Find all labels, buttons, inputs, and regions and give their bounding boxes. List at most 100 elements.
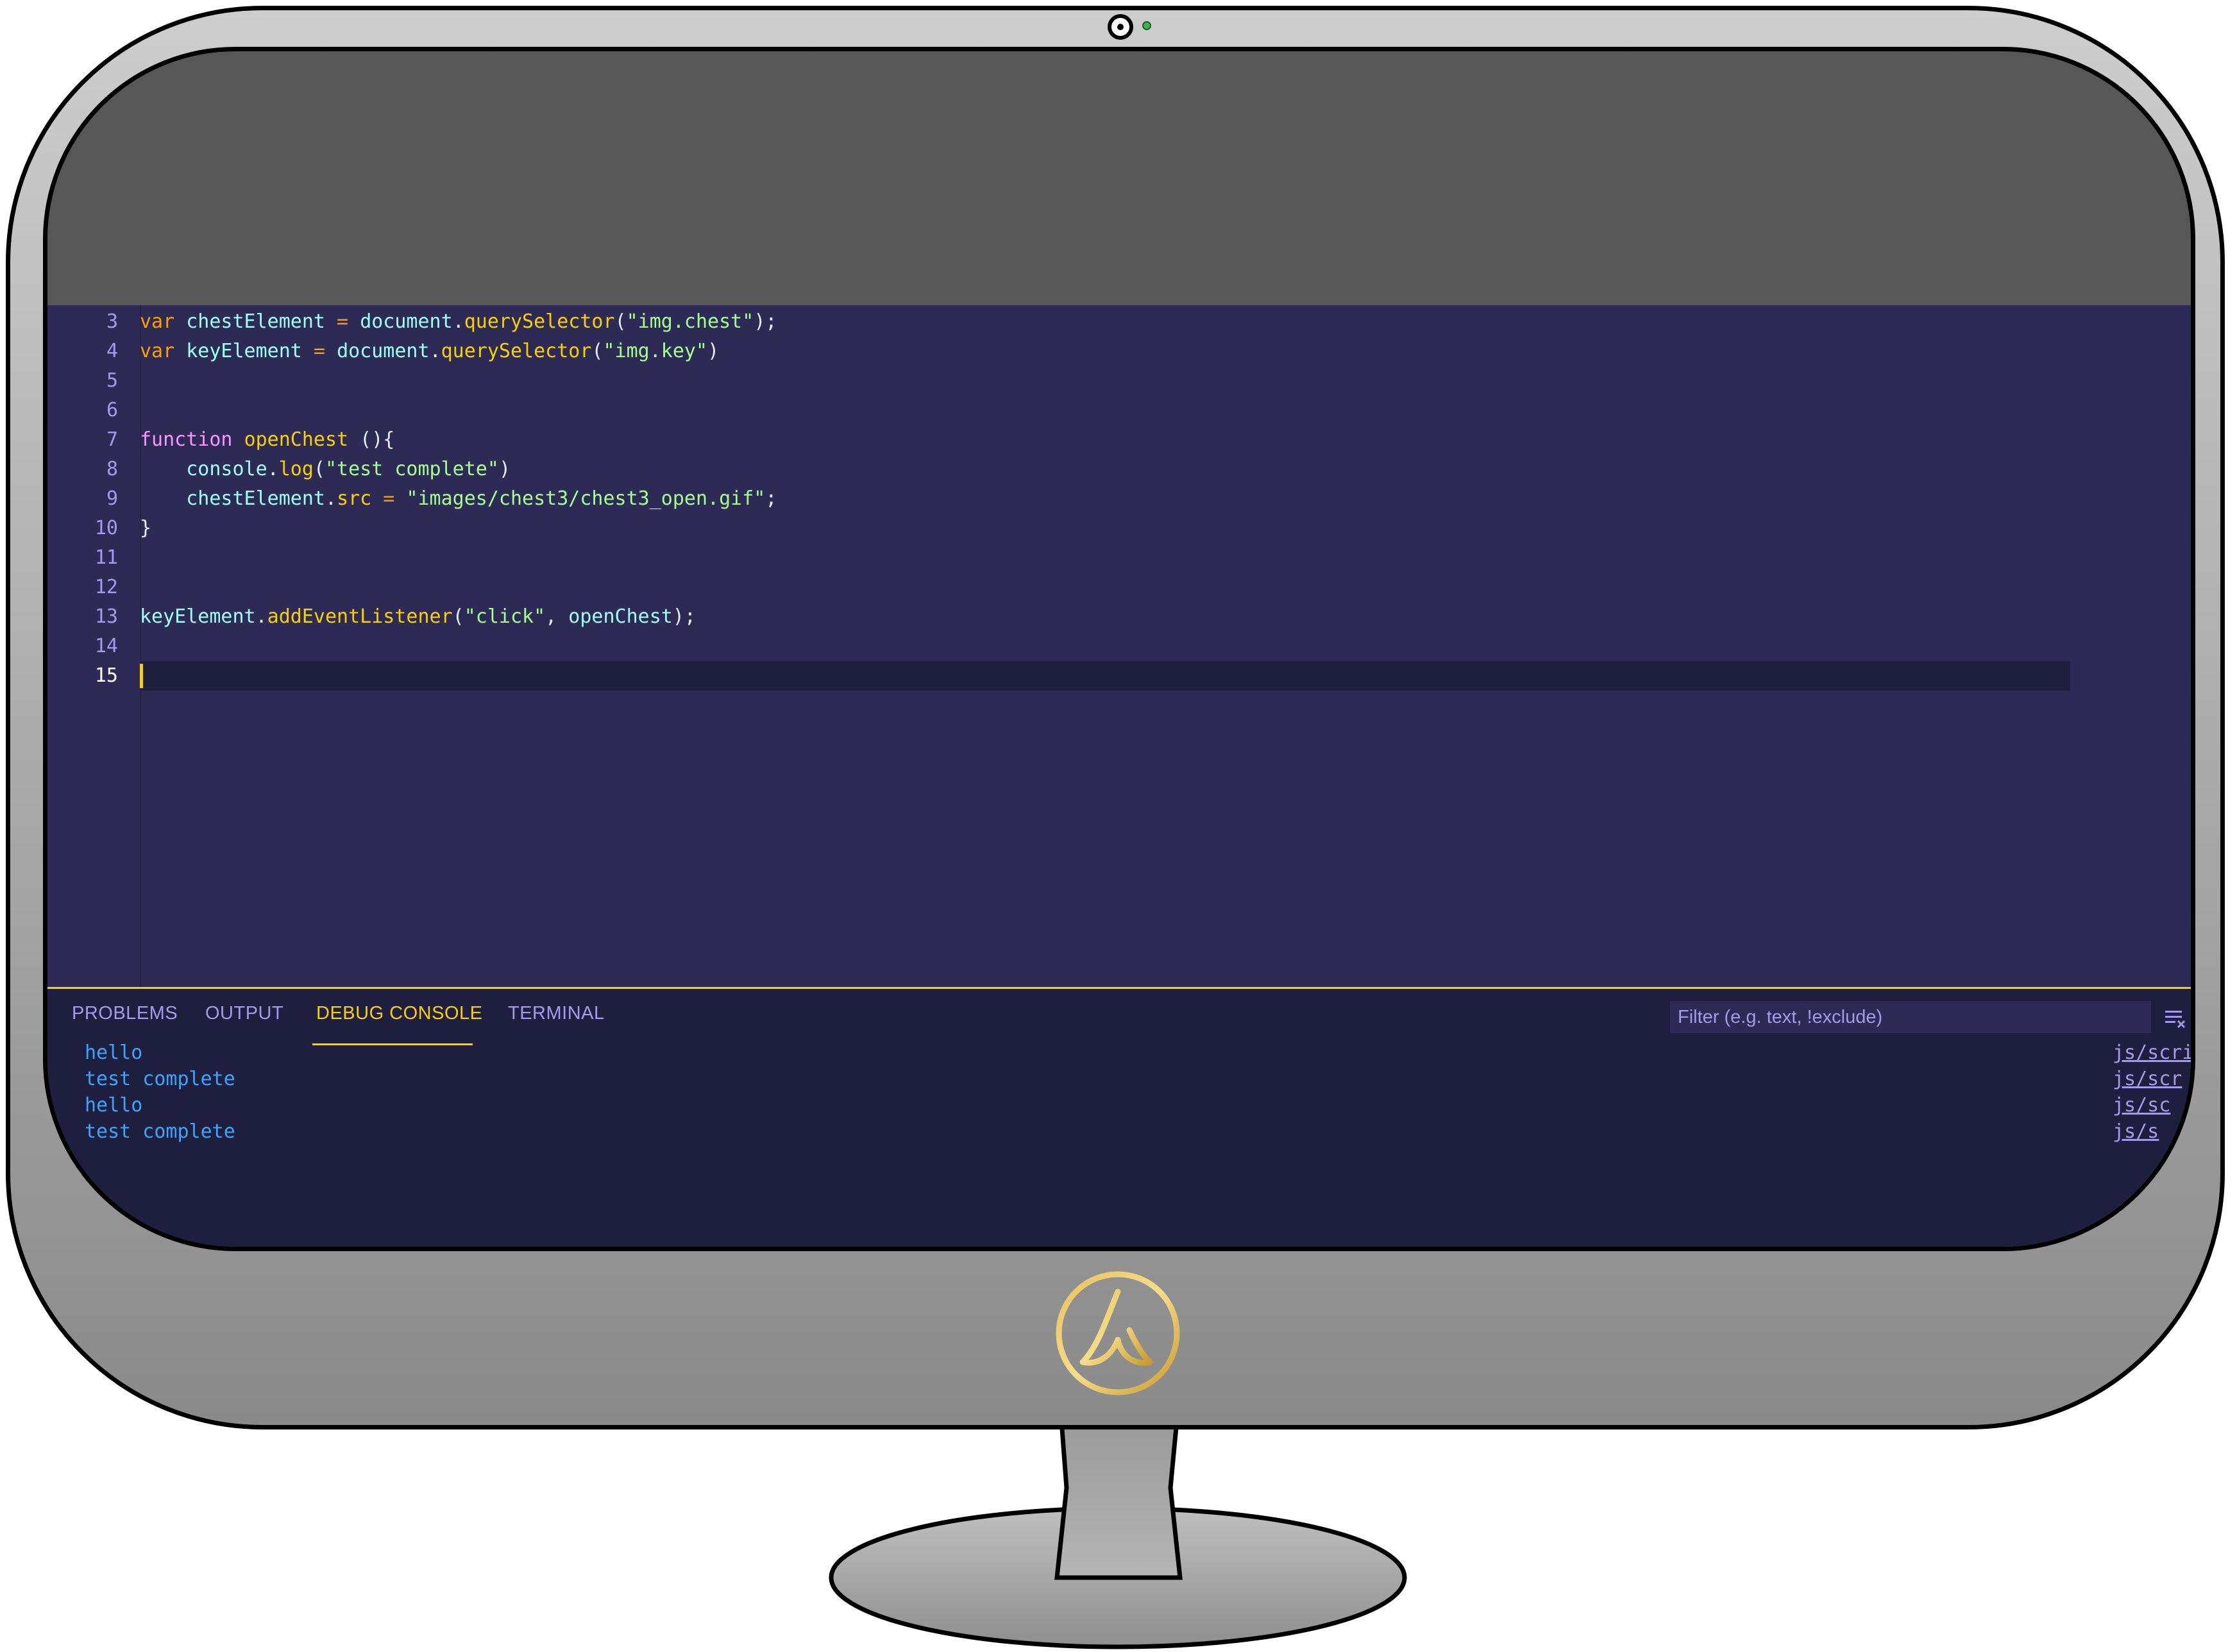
camera-led-icon <box>1142 21 1151 30</box>
console-output-line: hello <box>85 1094 143 1117</box>
code-line: 9 chestElement.src = "images/chest3/ches… <box>47 484 2191 514</box>
code-line: 13 keyElement.addEventListener("click", o… <box>47 602 2191 632</box>
line-number: 14 <box>94 635 118 657</box>
code-token: ; <box>765 487 777 510</box>
line-number: 12 <box>94 576 118 598</box>
tab-debug-console[interactable]: DEBUG CONSOLE <box>316 1003 483 1024</box>
code-token: keyElement <box>140 605 256 628</box>
line-number: 8 <box>106 458 118 480</box>
code-token: , <box>545 605 569 628</box>
line-number: 15 <box>94 664 118 687</box>
code-token: ( <box>591 340 604 362</box>
monitor-screen: 3 var chestElement = document.querySelect… <box>43 47 2195 1251</box>
code-token: "test complete" <box>325 458 499 480</box>
console-output-line: test complete <box>85 1068 235 1090</box>
code-editor[interactable]: 3 var chestElement = document.querySelect… <box>47 305 2191 987</box>
code-token: "click" <box>464 605 546 628</box>
console-output-line: hello <box>85 1041 143 1064</box>
code-token: chestElement <box>186 310 325 333</box>
code-text: console.log("test complete") <box>140 455 511 484</box>
code-text: } <box>140 514 151 543</box>
code-token: = <box>325 310 360 333</box>
code-token: querySelector <box>441 340 592 362</box>
code-token: openChest <box>244 428 349 451</box>
tab-terminal[interactable]: TERMINAL <box>508 1003 605 1024</box>
code-token: function <box>140 428 233 451</box>
code-token: document <box>337 340 430 362</box>
tab-output[interactable]: OUTPUT <box>205 1003 283 1024</box>
code-token: "img.key" <box>603 340 708 362</box>
code-token: console <box>186 458 267 480</box>
code-line: 3 var chestElement = document.querySelect… <box>47 307 2191 337</box>
active-tab-indicator <box>312 1043 473 1045</box>
clear-console-icon[interactable] <box>2164 1007 2187 1029</box>
console-filter-input[interactable]: Filter (e.g. text, !exclude) <box>1670 1001 2151 1033</box>
code-token: . <box>325 487 337 510</box>
stand-neck <box>1054 1418 1183 1580</box>
code-text: function openChest (){ <box>140 425 394 455</box>
line-number: 3 <box>106 310 118 333</box>
code-token: . <box>429 340 441 362</box>
code-token: ( <box>452 605 464 628</box>
code-token: = <box>301 340 337 362</box>
code-line: 5 <box>47 366 2191 396</box>
console-source-link[interactable]: js/sc <box>2113 1094 2170 1117</box>
code-token: ); <box>754 310 777 333</box>
console-source-link[interactable]: js/scri <box>2113 1041 2191 1064</box>
code-line: 11 <box>47 543 2191 573</box>
code-token: = <box>371 487 407 510</box>
line-number: 10 <box>94 517 118 539</box>
code-token: ) <box>498 458 511 480</box>
console-output-line: test complete <box>85 1120 235 1143</box>
line-number: 7 <box>106 428 118 451</box>
code-token: . <box>452 310 464 333</box>
code-token: . <box>255 605 267 628</box>
code-token: log <box>278 458 314 480</box>
code-text: var keyElement = document.querySelector(… <box>140 337 719 366</box>
code-line: 12 <box>47 573 2191 602</box>
code-text: keyElement.addEventListener("click", ope… <box>140 602 696 632</box>
code-token: ( <box>313 458 325 480</box>
code-token: var <box>140 340 175 362</box>
camera-icon <box>1108 14 1133 40</box>
code-line: 14 <box>47 632 2191 661</box>
line-number: 4 <box>106 340 118 362</box>
code-text: chestElement.src = "images/chest3/chest3… <box>140 484 777 514</box>
code-line: 10} <box>47 514 2191 543</box>
bottom-panel: PROBLEMS OUTPUT DEBUG CONSOLE TERMINAL F… <box>47 987 2191 1247</box>
code-token: document <box>360 310 453 333</box>
line-number: 6 <box>106 399 118 421</box>
code-token: ); <box>672 605 696 628</box>
code-token: "img.chest" <box>626 310 754 333</box>
code-text: var chestElement = document.querySelecto… <box>140 307 777 337</box>
line-number: 9 <box>106 487 118 510</box>
line-number: 11 <box>94 546 118 569</box>
console-source-link[interactable]: js/scr <box>2113 1068 2182 1090</box>
code-line: 7 function openChest (){ <box>47 425 2191 455</box>
console-source-link[interactable]: js/s <box>2113 1120 2159 1143</box>
code-token: . <box>267 458 279 480</box>
code-token: chestElement <box>186 487 325 510</box>
code-token: keyElement <box>186 340 302 362</box>
code-token: } <box>140 517 152 539</box>
code-line: 8 console.log("test complete") <box>47 455 2191 484</box>
text-cursor <box>140 664 143 688</box>
code-token: addEventListener <box>267 605 453 628</box>
code-token: querySelector <box>464 310 615 333</box>
tab-problems[interactable]: PROBLEMS <box>72 1003 178 1024</box>
brand-logo-icon <box>1056 1271 1180 1395</box>
code-line: 6 <box>47 396 2191 425</box>
code-line: 4 var keyElement = document.querySelector… <box>47 337 2191 366</box>
code-token: src <box>337 487 372 510</box>
code-token: var <box>140 310 175 333</box>
code-token: "images/chest3/chest3_open.gif" <box>406 487 766 510</box>
line-number: 13 <box>94 605 118 628</box>
code-token: ( <box>614 310 627 333</box>
code-token: (){ <box>348 428 395 451</box>
code-token: openChest <box>568 605 673 628</box>
